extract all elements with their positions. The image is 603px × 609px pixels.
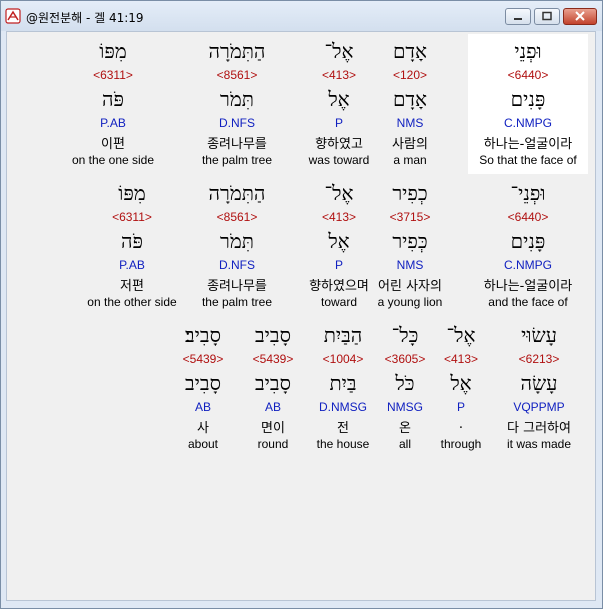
lemma-word: אֶל: [328, 87, 350, 111]
hebrew-word: וּפְנֵי: [514, 39, 542, 63]
app-icon: [5, 8, 21, 24]
parse-code: P.AB: [119, 258, 145, 272]
korean-gloss: 하나는-얼굴이라: [483, 279, 573, 294]
hebrew-word: מִפּוֹ: [118, 181, 146, 205]
verse-line-1: וּפְנֵי <6440> פָּנִים C.NMPG 하나는-얼굴이라 So tha…: [7, 34, 597, 174]
strong-number: <413>: [321, 68, 357, 82]
title-bar[interactable]: @원전분해 - 겔 41:19: [1, 1, 602, 31]
english-gloss: was toward: [308, 153, 370, 167]
minimize-icon: [514, 18, 522, 20]
strong-number: <5439>: [182, 352, 224, 366]
english-gloss: on the other side: [87, 295, 177, 309]
close-button[interactable]: [563, 8, 597, 25]
app-window: @원전분해 - 겔 41:19 וּפְנֵי <6440> פָּנִים C.NM…: [0, 0, 603, 609]
korean-gloss: 사: [197, 421, 209, 436]
strong-number: <413>: [321, 210, 357, 224]
lemma-word: סָבִיב: [185, 371, 221, 395]
english-gloss: about: [187, 437, 219, 451]
minimize-button[interactable]: [505, 8, 531, 25]
hebrew-word: סָבִיב׃: [185, 323, 221, 347]
parse-code: P: [334, 258, 343, 272]
verse-line-2: וּפְנֵי־ <6440> פָּנִים C.NMPG 하나는-얼굴이라 and t…: [7, 176, 597, 316]
strong-number: <6440>: [507, 210, 549, 224]
strong-number: <6311>: [112, 210, 152, 224]
korean-gloss: 향하였으며: [309, 279, 369, 294]
word-cell[interactable]: אֶל־ <413> אֶל P 향하였으며 toward: [279, 176, 399, 316]
hebrew-word: וּפְנֵי־: [510, 181, 546, 205]
english-gloss: the palm tree: [201, 153, 273, 167]
strong-number: <6311>: [93, 68, 133, 82]
korean-gloss: 종려나무를: [207, 137, 267, 152]
hebrew-word: אֶל־: [324, 39, 354, 63]
hebrew-word: מִפּוֹ: [99, 39, 127, 63]
word-cell[interactable]: סָבִיב׃ <5439> סָבִיב AB 사 about: [143, 318, 263, 458]
strong-number: <8561>: [216, 68, 258, 82]
parse-code: AB: [194, 400, 211, 414]
lemma-word: פֹּה: [121, 229, 143, 253]
korean-gloss: 종려나무를: [207, 279, 267, 294]
parse-code: C.NMPG: [504, 258, 552, 272]
close-icon: [575, 11, 585, 21]
strong-number: <8561>: [216, 210, 258, 224]
strong-number: <6440>: [507, 68, 549, 82]
lemma-word: תִּמֹר: [220, 87, 254, 111]
english-gloss: toward: [320, 295, 358, 309]
hebrew-word: אֶל־: [324, 181, 354, 205]
parse-code: P.AB: [100, 116, 126, 130]
word-cell[interactable]: הַתִּמֹרָה <8561> תִּמֹר D.NFS 종려나무를 the palm…: [177, 34, 297, 174]
korean-gloss: 향하였고: [315, 137, 363, 152]
korean-gloss: 하나는-얼굴이라: [483, 137, 573, 152]
lemma-word: פֹּה: [102, 87, 124, 111]
english-gloss: and the face of: [488, 295, 568, 309]
korean-gloss: 저편: [120, 279, 144, 294]
verse-line-3: עָשׂוּי <6213> עָשָׂה VQPPMP 다 그러하여 it was ma…: [7, 318, 597, 458]
interlinear-content[interactable]: וּפְנֵי <6440> פָּנִים C.NMPG 하나는-얼굴이라 So tha…: [6, 31, 596, 601]
parse-code: P: [334, 116, 343, 130]
hebrew-word: הַתִּמֹרָה: [208, 39, 266, 63]
word-cell[interactable]: וּפְנֵי <6440> פָּנִים C.NMPG 하나는-얼굴이라 So tha…: [468, 34, 588, 174]
lemma-word: אֶל: [328, 229, 350, 253]
word-cell[interactable]: הַתִּמֹרָה <8561> תִּמֹר D.NFS 종려나무를 the palm…: [177, 176, 297, 316]
maximize-button[interactable]: [534, 8, 560, 25]
maximize-icon: [542, 11, 552, 21]
english-gloss: the palm tree: [201, 295, 273, 309]
english-gloss: on the one side: [71, 153, 155, 167]
lemma-word: פָּנִים: [510, 229, 546, 253]
word-cell[interactable]: אֶל־ <413> אֶל P 향하였고 was toward: [279, 34, 399, 174]
hebrew-word: הַתִּמֹרָה: [208, 181, 266, 205]
parse-code: D.NFS: [219, 258, 255, 272]
word-cell[interactable]: מִפּוֹ <6311> פֹּה P.AB 이편 on the one side: [53, 34, 173, 174]
window-title: @원전분해 - 겔 41:19: [26, 11, 144, 25]
lemma-word: פָּנִים: [510, 87, 546, 111]
word-cell[interactable]: מִפּוֹ <6311> פֹּה P.AB 저편 on the other side: [72, 176, 192, 316]
parse-code: C.NMPG: [504, 116, 552, 130]
word-cell[interactable]: וּפְנֵי־ <6440> פָּנִים C.NMPG 하나는-얼굴이라 and t…: [468, 176, 588, 316]
parse-code: D.NFS: [219, 116, 255, 130]
english-gloss: So that the face of: [479, 153, 577, 167]
korean-gloss: 이편: [101, 137, 125, 152]
lemma-word: תִּמֹר: [220, 229, 254, 253]
